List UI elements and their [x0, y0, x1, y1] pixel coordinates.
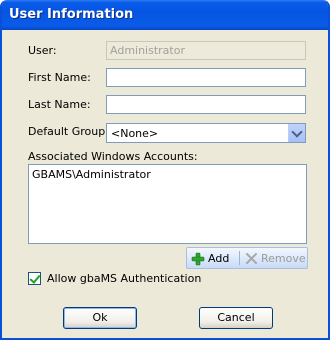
allow-auth-checkbox[interactable] — [28, 272, 41, 285]
add-label: Add — [208, 252, 230, 265]
cancel-button[interactable]: Cancel — [199, 307, 273, 329]
toolbar-divider — [239, 251, 240, 265]
list-item[interactable]: GBAMS\Administrator — [32, 168, 151, 181]
ok-button[interactable]: Ok — [63, 307, 137, 329]
default-group-value: <None> — [111, 127, 159, 140]
accounts-toolbar: Add Remove — [186, 247, 308, 269]
user-field: Administrator — [106, 41, 306, 60]
remove-button[interactable]: Remove — [241, 250, 307, 266]
allow-auth-label: Allow gbaMS Authentication — [47, 272, 202, 285]
accounts-list[interactable]: GBAMS\Administrator — [28, 164, 307, 244]
last-name-label: Last Name: — [28, 98, 91, 111]
title-bar[interactable]: User Information — [2, 0, 328, 30]
default-group-label: Default Group: — [28, 125, 109, 138]
dialog-body: User: Administrator First Name: Last Nam… — [2, 30, 328, 338]
accounts-label: Associated Windows Accounts: — [28, 150, 198, 163]
checkmark-icon — [29, 272, 41, 284]
user-information-dialog: User Information User: Administrator Fir… — [0, 0, 330, 340]
last-name-field[interactable] — [106, 95, 306, 114]
first-name-field[interactable] — [106, 68, 306, 87]
close-icon — [246, 253, 257, 264]
default-group-select[interactable]: <None> — [106, 123, 306, 143]
first-name-label: First Name: — [28, 71, 91, 84]
user-label: User: — [28, 44, 57, 57]
dropdown-button[interactable] — [288, 124, 305, 142]
chevron-down-icon — [291, 126, 303, 138]
window-title: User Information — [9, 7, 134, 22]
add-button[interactable]: Add — [187, 250, 239, 266]
remove-label: Remove — [261, 252, 306, 265]
plus-icon — [191, 252, 205, 266]
